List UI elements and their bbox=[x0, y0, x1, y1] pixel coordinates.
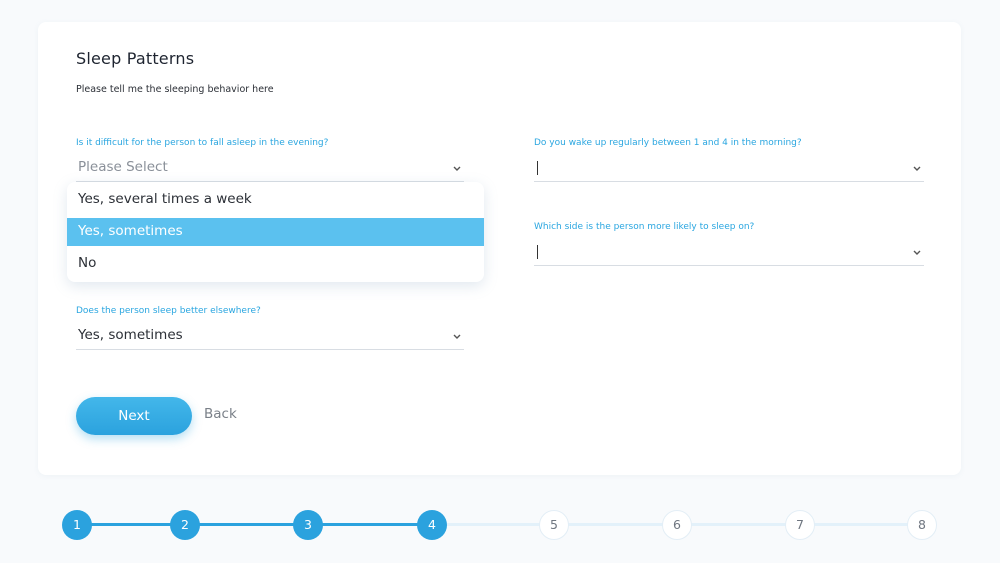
dropdown-option-no[interactable]: No bbox=[67, 250, 484, 278]
step-3[interactable]: 3 bbox=[293, 510, 323, 540]
sleep-elsewhere-select[interactable]: Yes, sometimes bbox=[76, 325, 464, 350]
question-wake-up-label: Do you wake up regularly between 1 and 4… bbox=[534, 138, 802, 148]
dropdown-option-sometimes[interactable]: Yes, sometimes bbox=[67, 218, 484, 246]
question-sleep-elsewhere-label: Does the person sleep better elsewhere? bbox=[76, 306, 261, 316]
sleep-side-select[interactable] bbox=[534, 241, 924, 266]
stepper-progress-line bbox=[77, 523, 432, 526]
chevron-down-icon bbox=[453, 334, 461, 339]
next-button[interactable]: Next bbox=[76, 397, 192, 435]
text-cursor bbox=[537, 161, 538, 175]
step-6[interactable]: 6 bbox=[662, 510, 692, 540]
step-2[interactable]: 2 bbox=[170, 510, 200, 540]
fall-asleep-dropdown-menu: Yes, several times a week Yes, sometimes… bbox=[67, 182, 484, 282]
step-5[interactable]: 5 bbox=[539, 510, 569, 540]
wake-up-select[interactable] bbox=[534, 157, 924, 182]
step-4[interactable]: 4 bbox=[417, 510, 447, 540]
back-button[interactable]: Back bbox=[204, 406, 237, 422]
chevron-down-icon bbox=[913, 250, 921, 255]
chevron-down-icon bbox=[453, 166, 461, 171]
form-subtitle: Please tell me the sleeping behavior her… bbox=[76, 84, 274, 95]
fall-asleep-select-value: Please Select bbox=[78, 159, 168, 175]
dropdown-option-several-times[interactable]: Yes, several times a week bbox=[67, 186, 484, 214]
question-sleep-side-label: Which side is the person more likely to … bbox=[534, 222, 755, 232]
text-cursor bbox=[537, 245, 538, 259]
sleep-elsewhere-select-value: Yes, sometimes bbox=[78, 327, 183, 343]
fall-asleep-select[interactable]: Please Select bbox=[76, 157, 464, 182]
step-7[interactable]: 7 bbox=[785, 510, 815, 540]
question-fall-asleep-label: Is it difficult for the person to fall a… bbox=[76, 138, 329, 148]
step-1[interactable]: 1 bbox=[62, 510, 92, 540]
chevron-down-icon bbox=[913, 166, 921, 171]
step-8[interactable]: 8 bbox=[907, 510, 937, 540]
form-title: Sleep Patterns bbox=[76, 49, 195, 68]
